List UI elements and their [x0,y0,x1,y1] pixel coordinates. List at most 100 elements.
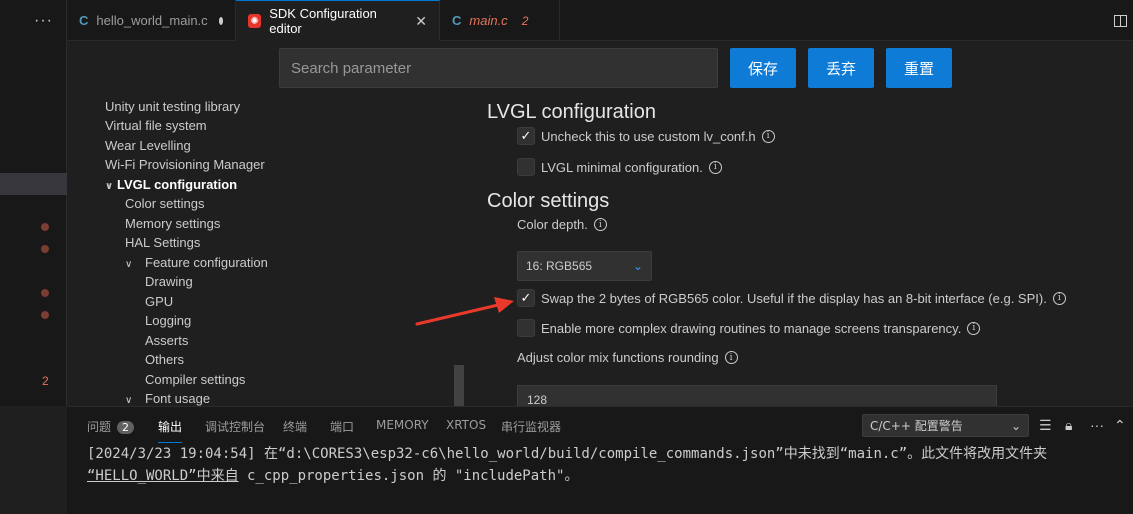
option-label: Uncheck this to use custom lv_conf.h [541,128,756,144]
breakpoint-dot-icon [41,311,49,319]
nav-item-lvgl[interactable]: ∨ LVGL configuration [105,175,237,194]
more-actions-icon[interactable]: ··· [1090,417,1104,433]
tab-ports[interactable]: 端口 [330,418,354,435]
tab-label: hello_world_main.c [96,13,208,28]
nav-item-asserts[interactable]: Asserts [145,331,188,350]
color-depth-select[interactable]: 16: RGB565 ⌄ [517,251,652,281]
tab-sdk-configuration-editor[interactable]: ✺ SDK Configuration editor ✕ [236,0,440,41]
info-icon[interactable]: i [593,218,607,231]
search-input[interactable] [279,48,718,88]
annotation-arrow-icon [415,297,514,326]
chevron-down-icon[interactable]: ∨ [125,255,137,274]
nav-item-unity[interactable]: Unity unit testing library [105,97,240,116]
breakpoint-dot-icon [41,223,49,231]
activity-bar: ··· 2 [0,0,67,406]
info-icon[interactable]: i [708,160,722,174]
discard-button[interactable]: 丢弃 [808,48,874,88]
tab-debug-console[interactable]: 调试控制台 [205,418,265,435]
nav-item-logging[interactable]: Logging [145,311,191,330]
nav-item-compiler-settings[interactable]: Compiler settings [145,370,245,389]
error-count: 2 [42,374,49,388]
option-label: LVGL minimal configuration. [541,159,703,175]
option-minimal-config: LVGL minimal configuration. i [517,158,722,176]
maximize-panel-icon[interactable]: ⌃ [1114,417,1126,434]
output-link[interactable]: “HELLO_WORLD”中来自 [87,468,239,484]
option-swap-bytes: ✓ Swap the 2 bytes of RGB565 color. Usef… [517,289,1066,307]
complex-drawing-checkbox[interactable] [517,319,535,337]
tab-hello-world-main[interactable]: C hello_world_main.c [67,0,236,41]
breakpoint-dot-icon [41,245,49,253]
tab-error-count: 2 [521,13,529,28]
nav-item-feature-configuration[interactable]: ∨ Feature configuration [125,253,268,272]
info-icon[interactable]: i [967,321,981,335]
chevron-down-icon: ⌄ [632,259,643,273]
mix-rounding-label-row: Adjust color mix functions rounding i [517,350,738,365]
c-file-icon: C [452,13,462,28]
option-custom-conf: ✓ Uncheck this to use custom lv_conf.h i [517,127,775,145]
save-button[interactable]: 保存 [730,48,796,88]
select-value: 16: RGB565 [526,259,593,273]
nav-item-gpu[interactable]: GPU [145,292,173,311]
activity-selected-row [0,173,67,195]
section-heading-lvgl: LVGL configuration [487,101,656,123]
tab-terminal[interactable]: 终端 [283,418,307,435]
more-actions-icon[interactable]: ··· [34,12,53,30]
lock-icon[interactable]: 🔒︎ [1065,417,1072,434]
config-nav-tree: Unity unit testing library Virtual file … [67,96,467,406]
info-icon[interactable]: i [724,351,738,364]
info-icon[interactable]: i [1052,291,1066,305]
nav-item-drawing[interactable]: Drawing [145,272,193,291]
tab-label: main.c [469,13,508,28]
nav-item-label: Feature configuration [145,255,268,270]
c-file-icon: C [79,13,89,28]
chevron-down-icon: ⌄ [1010,418,1021,433]
chevron-down-icon[interactable]: ∨ [125,391,137,406]
nav-item-vfs[interactable]: Virtual file system [105,116,207,135]
option-label: Enable more complex drawing routines to … [541,320,962,336]
custom-conf-checkbox[interactable]: ✓ [517,127,535,145]
esp-idf-icon: ✺ [248,14,262,28]
tab-label: SDK Configuration editor [269,6,377,36]
nav-item-wear-levelling[interactable]: Wear Levelling [105,136,191,155]
close-icon[interactable]: ✕ [415,13,427,30]
filter-list-icon[interactable]: ☰ [1039,417,1052,434]
tab-xrtos[interactable]: XRTOS [446,418,486,432]
output-line: c_cpp_properties.json 的 "includePath"。 [238,468,579,484]
color-depth-label-row: Color depth. i [517,217,607,232]
nav-item-color-settings[interactable]: Color settings [125,194,204,213]
minimal-config-checkbox[interactable] [517,158,535,176]
output-log: [2024/3/23 19:04:54] 在“d:\CORES3\esp32-c… [87,443,1117,487]
breakpoint-dot-icon [41,289,49,297]
nav-item-hal-settings[interactable]: HAL Settings [125,233,200,252]
output-line: [2024/3/23 19:04:54] 在“d:\CORES3\esp32-c… [87,446,1048,462]
split-editor-icon[interactable] [1114,15,1127,27]
nav-item-memory-settings[interactable]: Memory settings [125,214,220,233]
config-panel: LVGL configuration ✓ Uncheck this to use… [467,96,1133,406]
nav-item-label: LVGL configuration [117,177,238,192]
output-channel-select[interactable]: C/C++ 配置警告 ⌄ [862,414,1029,437]
reset-button[interactable]: 重置 [886,48,952,88]
mix-rounding-label: Adjust color mix functions rounding [517,350,719,365]
problem-count-badge: 2 [117,421,135,434]
bottom-panel: 问题 2 输出 调试控制台 终端 端口 MEMORY XRTOS 串行监视器 C/… [67,406,1133,514]
section-heading-color: Color settings [487,190,610,212]
nav-item-others[interactable]: Others [145,350,184,369]
tab-main-c[interactable]: C main.c 2 [440,0,560,41]
tab-memory[interactable]: MEMORY [376,418,429,432]
info-icon[interactable]: i [761,129,775,143]
chevron-down-icon[interactable]: ∨ [105,177,117,196]
nav-item-font-usage[interactable]: ∨ Font usage [125,389,210,406]
tab-serial-monitor[interactable]: 串行监视器 [501,418,561,435]
option-complex-drawing: Enable more complex drawing routines to … [517,319,981,337]
nav-item-wifi-prov[interactable]: Wi-Fi Provisioning Manager [105,155,265,174]
nav-scrollbar[interactable] [454,365,464,406]
nav-item-label: Font usage [145,391,211,406]
tab-problems[interactable]: 问题 2 [87,418,135,435]
select-value: C/C++ 配置警告 [870,419,963,433]
mix-rounding-input[interactable]: 128 [517,385,997,406]
tab-output[interactable]: 输出 [158,418,183,443]
editor-tab-bar: C hello_world_main.c ✺ SDK Configuration… [67,0,1133,41]
tab-label: 问题 [87,420,112,434]
swap-bytes-checkbox[interactable]: ✓ [517,289,535,307]
unsaved-dot-icon[interactable] [218,16,223,25]
